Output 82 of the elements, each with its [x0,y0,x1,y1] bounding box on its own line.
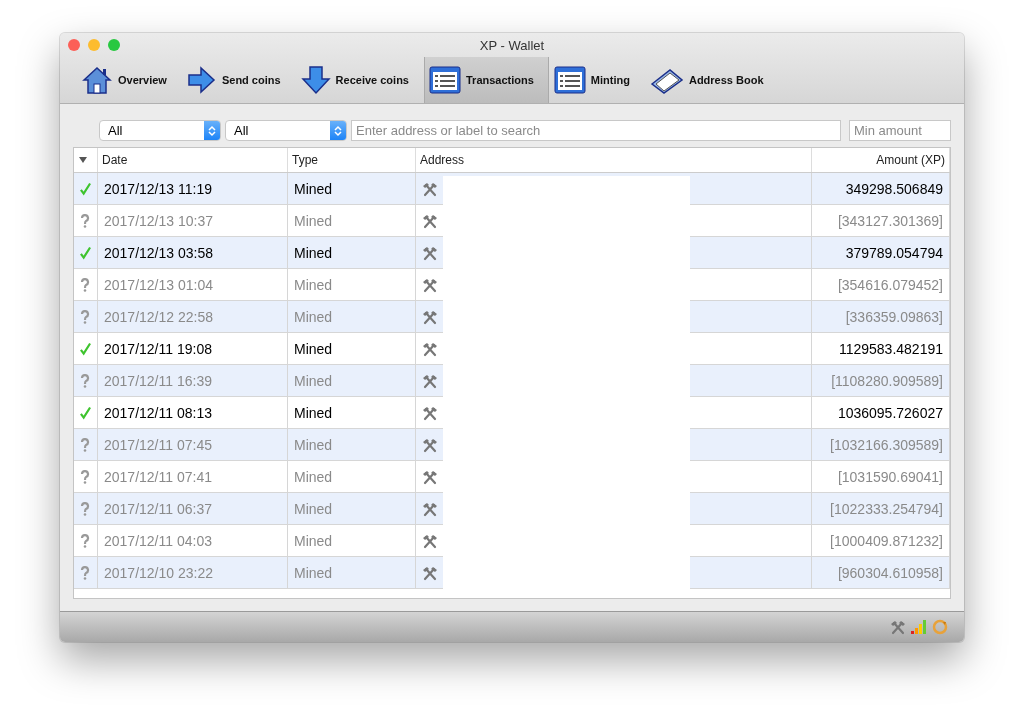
column-header[interactable]: Type [288,148,416,172]
amount-cell: 1036095.726027 [812,397,950,428]
type-cell: Mined [288,397,416,428]
amount-cell: [1022333.254794] [812,493,950,524]
date-cell: 2017/12/10 23:22 [98,557,288,588]
date-cell: 2017/12/11 19:08 [98,333,288,364]
date-cell: 2017/12/11 16:39 [98,365,288,396]
hammer-icon [422,468,438,485]
hammer-icon [890,619,906,635]
signal-icon [910,619,928,635]
amount-cell: [960304.610958] [812,557,950,588]
down-arrow-icon [300,65,331,95]
stepper-icon [204,121,220,140]
hammer-icon [422,308,438,325]
type-cell: Mined [288,301,416,332]
hammer-icon [422,212,438,229]
toolbar-tab[interactable]: Transactions [424,57,549,103]
amount-cell: 349298.506849 [812,173,950,204]
type-cell: Mined [288,205,416,236]
hammer-icon [422,340,438,357]
type-cell: Mined [288,429,416,460]
type-cell: Mined [288,365,416,396]
stepper-icon [330,121,346,140]
house-icon [81,65,113,95]
close-button[interactable] [68,39,80,51]
min-amount-field[interactable]: Min amount [849,120,951,141]
hammer-icon [422,532,438,549]
search-field[interactable]: Enter address or label to search [351,120,841,141]
list-icon [553,66,586,94]
amount-cell: [1000409.871232] [812,525,950,556]
type-cell: Mined [288,173,416,204]
type-cell: Mined [288,269,416,300]
type-cell: Mined [288,525,416,556]
column-header[interactable]: Date [98,148,288,172]
amount-cell: [354616.079452] [812,269,950,300]
toolbar-tab[interactable]: Send coins [181,57,296,103]
date-cell: 2017/12/11 08:13 [98,397,288,428]
hammer-icon [422,244,438,261]
amount-cell: [1031590.69041] [812,461,950,492]
amount-cell: [1032166.309589] [812,429,950,460]
amount-cell: [343127.301369] [812,205,950,236]
window-title: XP - Wallet [479,37,545,53]
hammer-icon [422,404,438,421]
amount-cell: 379789.054794 [812,237,950,268]
toolbar-tab[interactable]: Receive coins [295,57,424,103]
hammer-icon [422,564,438,581]
amount-cell: 1129583.482191 [812,333,950,364]
date-cell: 2017/12/11 07:45 [98,429,288,460]
hammer-icon [422,276,438,293]
type-cell: Mined [288,237,416,268]
date-cell: 2017/12/13 01:04 [98,269,288,300]
date-cell: 2017/12/11 06:37 [98,493,288,524]
hammer-icon [422,180,438,197]
list-icon [429,66,461,94]
sort-icon[interactable] [78,156,88,164]
type-cell: Mined [288,333,416,364]
hammer-icon [422,500,438,517]
date-cell: 2017/12/13 10:37 [98,205,288,236]
date-cell: 2017/12/11 04:03 [98,525,288,556]
toolbar-tab[interactable]: Minting [548,57,645,103]
column-header[interactable]: Amount (XP) [812,148,950,172]
type-cell: Mined [288,557,416,588]
book-icon [649,66,684,94]
date-cell: 2017/12/13 03:58 [98,237,288,268]
amount-cell: [336359.09863] [812,301,950,332]
type-cell: Mined [288,493,416,524]
column-header[interactable]: Address [416,148,812,172]
date-cell: 2017/12/12 22:58 [98,301,288,332]
sync-icon [932,619,948,635]
hammer-icon [422,436,438,453]
type-filter-select[interactable]: All [225,120,347,141]
type-cell: Mined [288,461,416,492]
date-filter-select[interactable]: All [99,120,221,141]
zoom-button[interactable] [108,39,120,51]
amount-cell: [1108280.909589] [812,365,950,396]
hammer-icon [422,372,438,389]
date-cell: 2017/12/11 07:41 [98,461,288,492]
right-arrow-icon [186,66,217,94]
toolbar-tab[interactable]: Overview [76,57,182,103]
toolbar-tab[interactable]: Address Book [644,57,779,103]
date-cell: 2017/12/13 11:19 [98,173,288,204]
minimize-button[interactable] [88,39,100,51]
